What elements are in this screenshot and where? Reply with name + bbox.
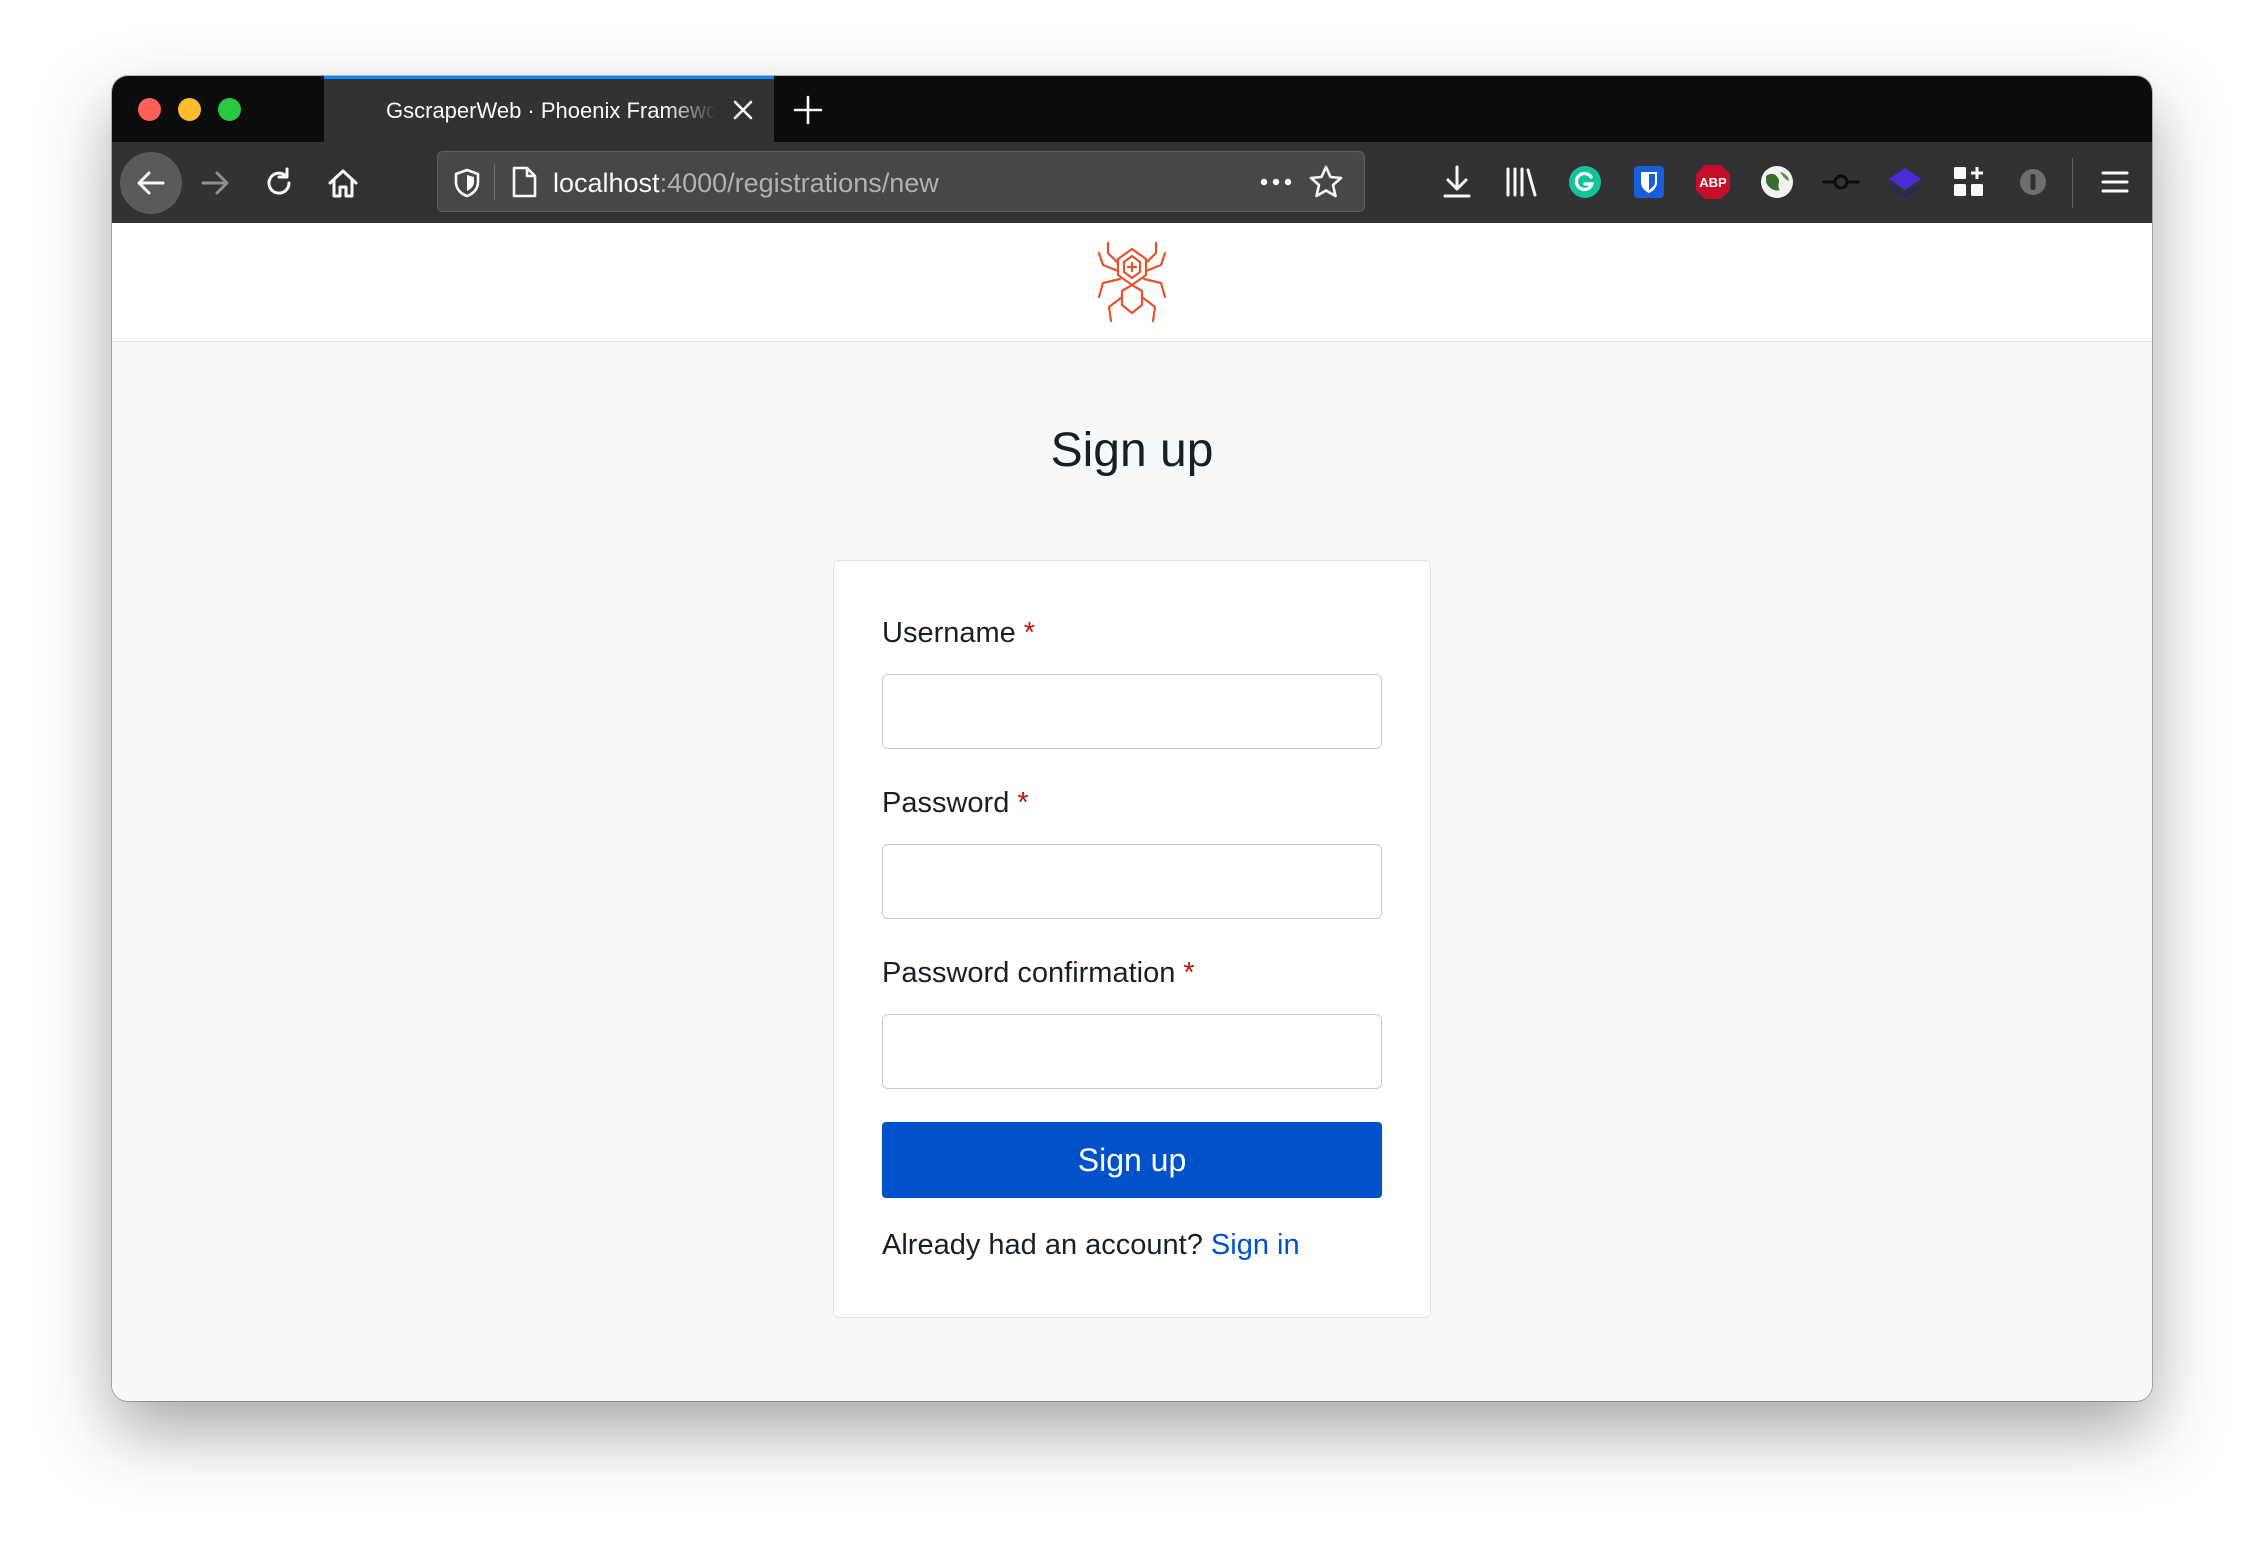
new-tab-icon[interactable] (792, 94, 824, 126)
password-confirmation-label: Password confirmation * (882, 957, 1195, 990)
url-bar[interactable]: localhost:4000/registrations/new (437, 151, 1365, 212)
url-text[interactable]: localhost:4000/registrations/new (553, 168, 939, 199)
layers-extension-icon[interactable] (1885, 162, 1925, 202)
sign-in-link[interactable]: Sign in (1211, 1229, 1300, 1261)
password-label-text: Password (882, 787, 1010, 819)
username-label-text: Username (882, 617, 1016, 649)
browser-window: GscraperWeb · Phoenix Framework localhos… (112, 76, 2152, 1401)
bookmark-star-icon[interactable] (1308, 164, 1344, 200)
username-input[interactable] (882, 674, 1382, 749)
back-button[interactable] (120, 152, 182, 214)
hamburger-menu-icon[interactable] (2095, 162, 2135, 202)
page-title: Sign up (1050, 424, 1214, 477)
url-separator (494, 164, 495, 200)
arrow-left-icon (137, 171, 165, 195)
reload-button[interactable] (248, 152, 310, 214)
forward-button[interactable] (184, 152, 246, 214)
required-asterisk: * (1023, 617, 1036, 649)
page-actions-icon[interactable] (1258, 166, 1294, 198)
title-bar: GscraperWeb · Phoenix Framework (112, 76, 2152, 142)
page-info-icon[interactable] (510, 165, 538, 199)
url-host: localhost (553, 168, 660, 198)
tracking-protection-icon[interactable] (452, 167, 482, 199)
sign-up-button[interactable]: Sign up (882, 1122, 1382, 1198)
url-path: :4000/registrations/new (659, 168, 939, 198)
username-label: Username * (882, 617, 1035, 650)
arrow-right-icon (201, 171, 229, 195)
password-confirmation-label-text: Password confirmation (882, 957, 1176, 989)
extensions-grid-icon[interactable] (1949, 162, 1989, 202)
grammarly-icon[interactable] (1565, 162, 1605, 202)
download-icon[interactable] (1437, 162, 1477, 202)
signup-form-card: Username * Password * Password confirmatio… (833, 560, 1431, 1318)
close-window-button[interactable] (138, 98, 161, 121)
commit-icon[interactable] (1821, 162, 1861, 202)
minimize-window-button[interactable] (178, 98, 201, 121)
signin-prompt-text: Already had an account? (882, 1229, 1203, 1261)
abp-label: ABP (1699, 175, 1727, 190)
browser-tab[interactable]: GscraperWeb · Phoenix Framework (324, 76, 774, 142)
spider-logo-icon[interactable] (1095, 241, 1169, 323)
password-input[interactable] (882, 844, 1382, 919)
home-button[interactable] (312, 152, 374, 214)
bitwarden-icon[interactable] (1629, 162, 1669, 202)
signin-prompt: Already had an account? Sign in (882, 1229, 1300, 1262)
password-confirmation-input[interactable] (882, 1014, 1382, 1089)
page-content: Sign up Username * Password * Password con… (112, 223, 2152, 1401)
library-icon[interactable] (1501, 162, 1541, 202)
reload-icon (267, 167, 291, 195)
close-tab-icon[interactable] (730, 97, 756, 123)
tab-title: GscraperWeb · Phoenix Framework (386, 97, 716, 123)
navigation-toolbar: localhost:4000/registrations/new ABP (112, 142, 2152, 223)
password-label: Password * (882, 787, 1029, 820)
adblock-plus-icon[interactable]: ABP (1693, 162, 1733, 202)
maximize-window-button[interactable] (218, 98, 241, 121)
site-header (112, 223, 2152, 342)
required-asterisk: * (1017, 787, 1029, 819)
toolbar-divider (2072, 158, 2073, 208)
required-asterisk: * (1183, 957, 1195, 989)
globe-extension-icon[interactable] (1757, 162, 1797, 202)
home-icon (328, 169, 358, 198)
info-extension-icon[interactable] (2013, 162, 2053, 202)
